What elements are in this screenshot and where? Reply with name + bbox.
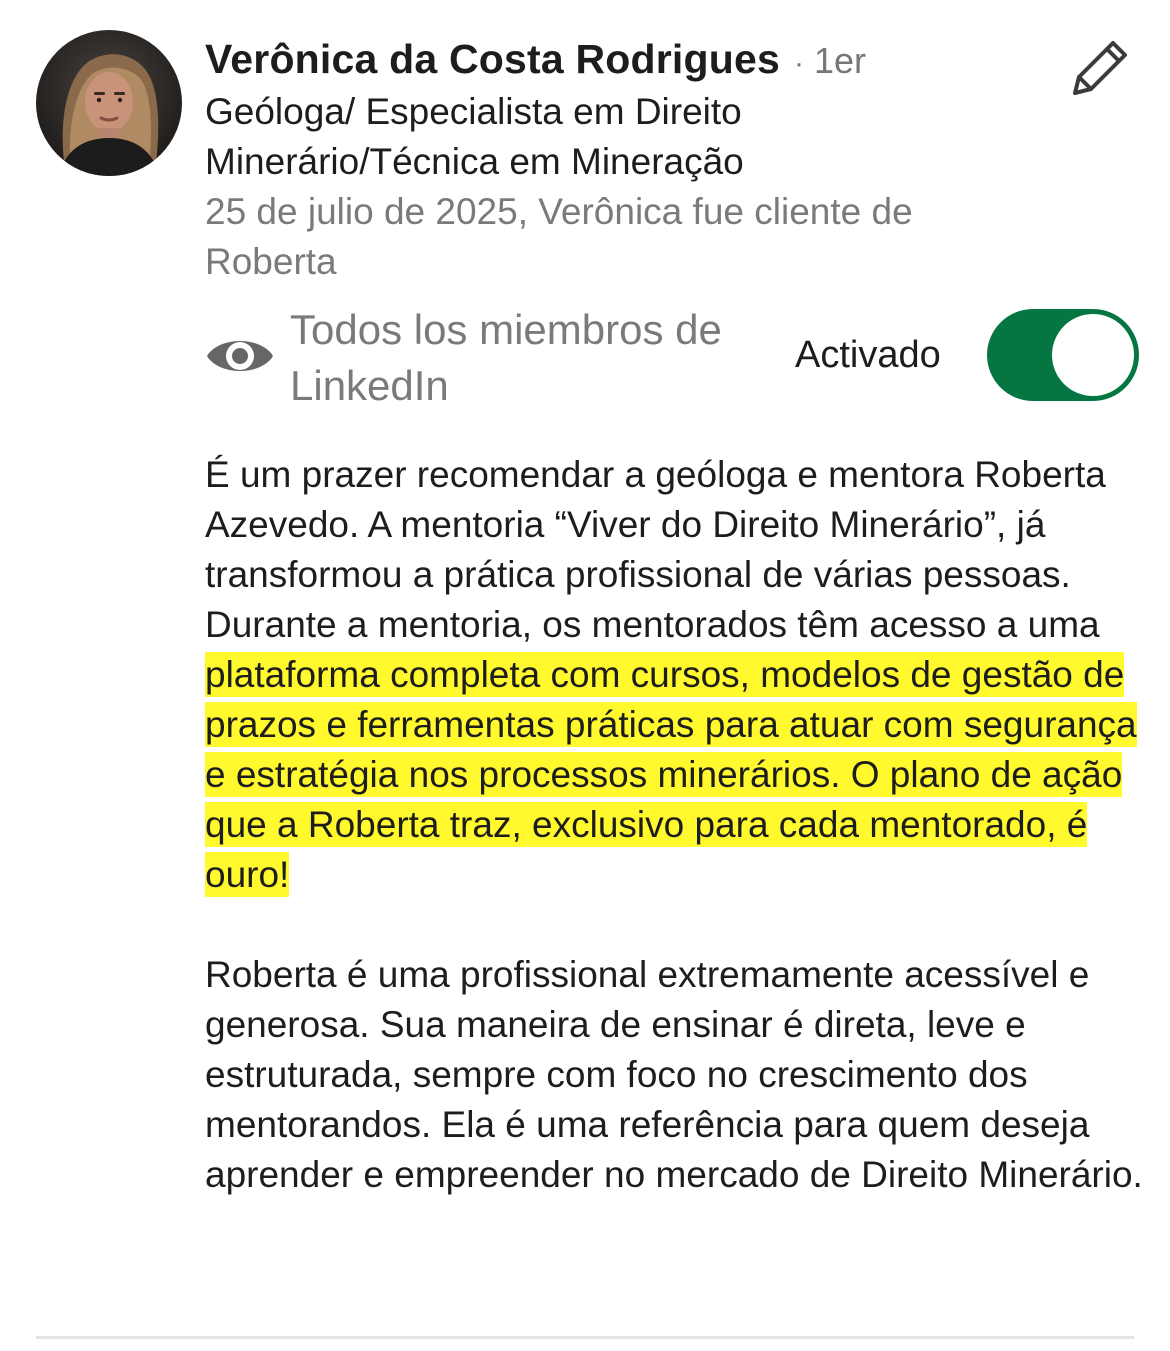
visibility-row: Todos los miembros de LinkedIn Activado xyxy=(205,302,1145,412)
paragraph-1-text: É um prazer recomendar a geóloga e mento… xyxy=(205,454,1106,645)
divider xyxy=(36,1336,1134,1339)
visibility-toggle[interactable] xyxy=(987,309,1139,401)
recommendation-text: É um prazer recomendar a geóloga e mento… xyxy=(205,450,1145,1200)
pencil-icon xyxy=(1073,41,1127,95)
connection-degree: 1er xyxy=(814,40,867,81)
toggle-knob xyxy=(1052,314,1134,396)
recommender-headline: Geóloga/ Especialista em Direito Minerár… xyxy=(205,91,744,182)
profile-photo xyxy=(36,30,182,176)
edit-button[interactable] xyxy=(1062,30,1138,106)
paragraph-2: Roberta é uma profissional extremamente … xyxy=(205,954,1143,1195)
eye-icon xyxy=(207,341,273,371)
recommendation-meta: 25 de julio de 2025, Verônica fue client… xyxy=(205,191,913,282)
recommender-name[interactable]: Verônica da Costa Rodrigues xyxy=(205,36,780,83)
paragraph-1: É um prazer recomendar a geóloga e mento… xyxy=(205,450,1145,900)
visibility-label: Todos los miembros de LinkedIn xyxy=(290,306,722,409)
separator-dot: · xyxy=(794,47,804,80)
highlighted-text: plataforma completa com cursos, modelos … xyxy=(205,652,1137,897)
toggle-status-label: Activado xyxy=(795,334,941,376)
name-line: Verônica da Costa Rodrigues · 1er xyxy=(205,36,1055,83)
recommendation-header: Verônica da Costa Rodrigues · 1er Geólog… xyxy=(205,36,1055,287)
avatar[interactable] xyxy=(36,30,182,176)
